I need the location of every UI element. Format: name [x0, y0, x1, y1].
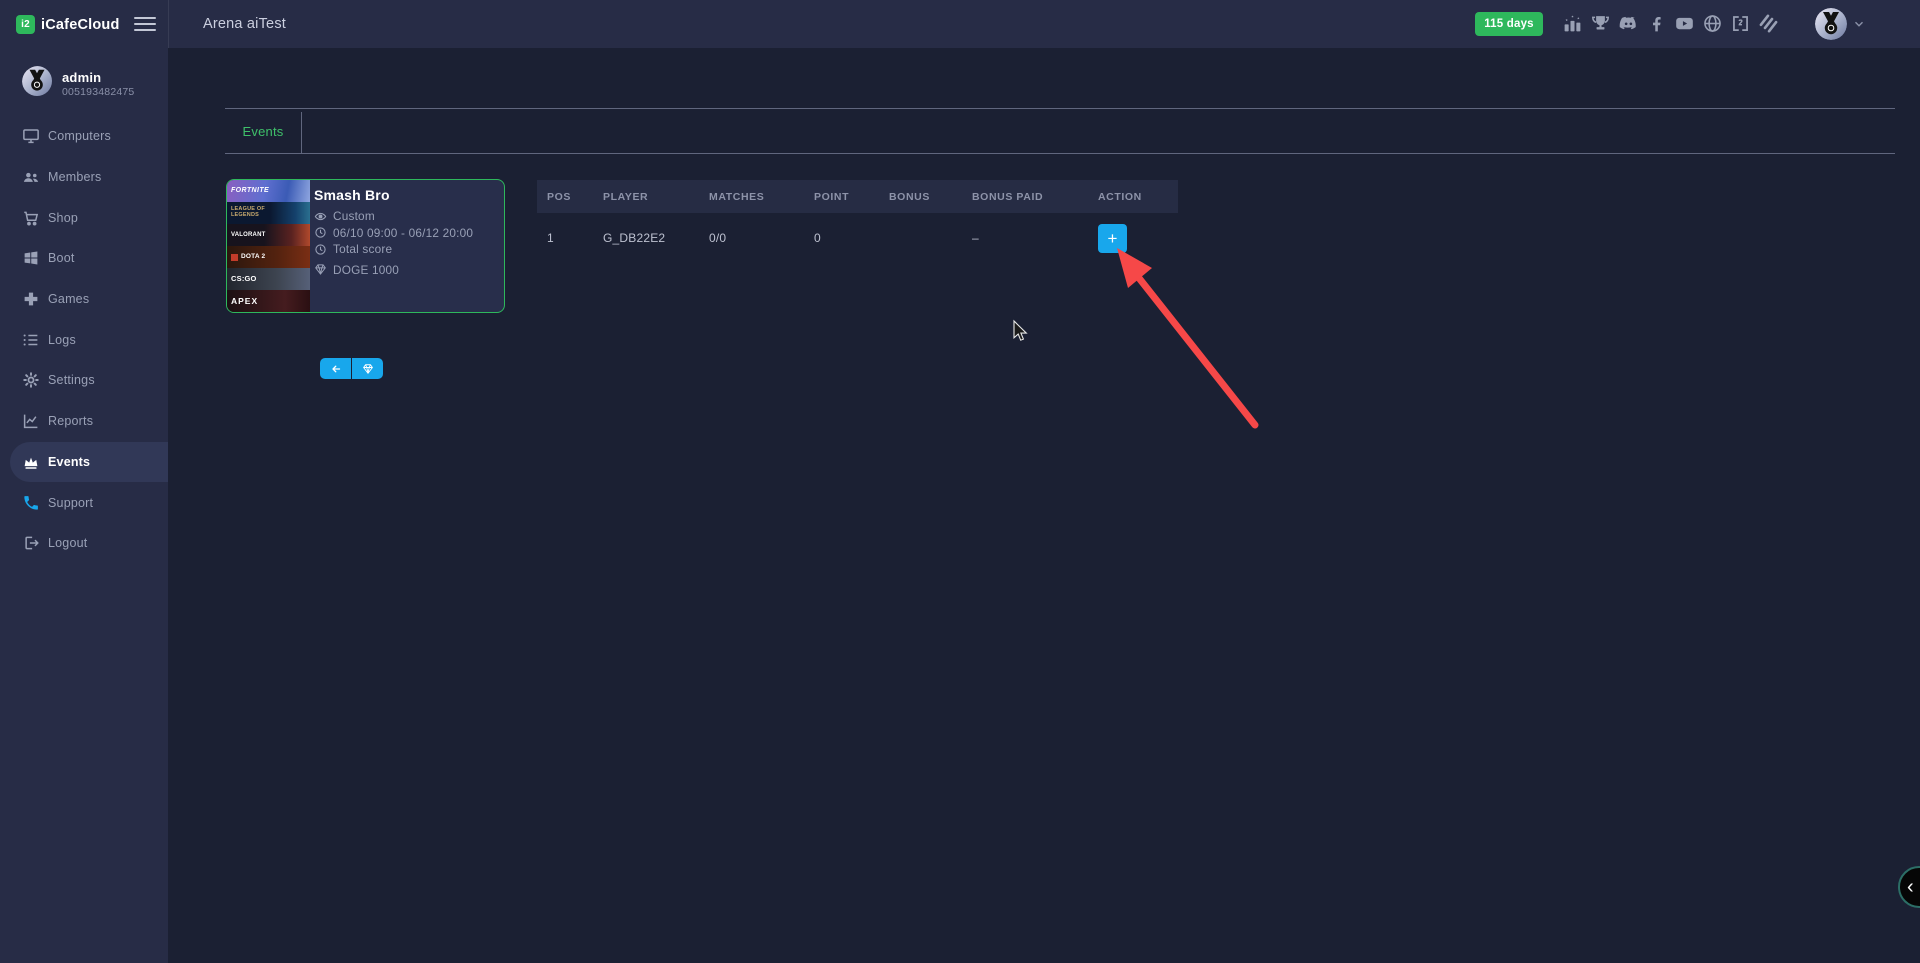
- cell-player: G_DB22E2: [593, 231, 699, 245]
- sidebar-user-avatar[interactable]: [22, 66, 54, 98]
- pager-prize-button[interactable]: [352, 358, 383, 379]
- eye-icon: [314, 210, 327, 223]
- tab-events[interactable]: Events: [225, 109, 301, 153]
- people-icon: [22, 168, 40, 186]
- topbar-icon-row: [1562, 13, 1779, 34]
- col-matches: MATCHES: [699, 191, 804, 203]
- event-type-line: Custom: [314, 208, 498, 225]
- cell-action: +: [1088, 224, 1178, 253]
- game-tile-league-of-legends: LEAGUE OF LEGENDS: [227, 202, 310, 224]
- pager-back-button[interactable]: [320, 358, 351, 379]
- list-icon: [22, 331, 40, 349]
- tabbar-bottom-border: [225, 153, 1895, 154]
- icafecloud-icon[interactable]: [1730, 13, 1751, 34]
- line-chart-icon: [22, 412, 40, 430]
- hamburger-menu-icon[interactable]: [134, 17, 156, 31]
- gear-icon: [22, 371, 40, 389]
- col-action: ACTION: [1088, 191, 1178, 203]
- license-days-badge[interactable]: 115 days: [1475, 12, 1543, 36]
- youtube-icon[interactable]: [1674, 13, 1695, 34]
- sidebar-item-reports[interactable]: Reports: [0, 401, 168, 442]
- arrow-left-icon: [330, 363, 342, 375]
- col-bonus-paid: BONUS PAID: [962, 191, 1088, 203]
- game-tile-csgo: CS:GO: [227, 268, 310, 290]
- red-arrow: [1135, 273, 1255, 425]
- layers-icon[interactable]: [1758, 13, 1779, 34]
- user-avatar[interactable]: [1815, 8, 1847, 40]
- chevron-down-icon[interactable]: [1852, 17, 1866, 31]
- sidebar-item-boot[interactable]: Boot: [0, 238, 168, 279]
- chevron-left-icon: ‹: [1907, 876, 1914, 899]
- dpad-icon: [22, 290, 40, 308]
- event-card[interactable]: FORTNITE LEAGUE OF LEGENDS VALORANT DOTA…: [226, 179, 505, 313]
- ranking-icon[interactable]: [1562, 13, 1583, 34]
- top-bar: i2 iCafeCloud Arena aiTest 115 days: [0, 0, 1920, 48]
- col-bonus: BONUS: [879, 191, 962, 203]
- sidebar-nav: Computers Members Shop Boot Games Logs: [0, 116, 168, 564]
- game-tile-valorant: VALORANT: [227, 224, 310, 246]
- event-schedule-line: 06/10 09:00 - 06/12 20:00: [314, 225, 498, 242]
- globe-icon[interactable]: [1702, 13, 1723, 34]
- cell-matches: 0/0: [699, 231, 804, 245]
- cell-bonus-paid: –: [962, 231, 1088, 245]
- sidebar-item-settings[interactable]: Settings: [0, 360, 168, 401]
- event-card-body: Smash Bro Custom 06/10 09:00 - 06/12 20:…: [314, 187, 498, 278]
- event-title: Smash Bro: [314, 187, 498, 203]
- discord-icon[interactable]: [1618, 13, 1639, 34]
- facebook-icon[interactable]: [1646, 13, 1667, 34]
- tabbar-top-border: [225, 108, 1895, 109]
- col-pos: POS: [537, 191, 593, 203]
- phone-icon: [22, 494, 40, 512]
- col-player: PLAYER: [593, 191, 699, 203]
- app-logo-text: iCafeCloud: [41, 17, 120, 33]
- gem-icon: [314, 263, 327, 276]
- leaderboard-row: 1 G_DB22E2 0/0 0 – +: [537, 213, 1178, 263]
- page-title: Arena aiTest: [203, 0, 286, 48]
- game-tile-fortnite: FORTNITE: [227, 180, 310, 202]
- sidebar: admin 005193482475 Computers Members Sho…: [0, 48, 168, 963]
- sidebar-item-events[interactable]: Events: [10, 442, 168, 483]
- leaderboard-header: POS PLAYER MATCHES POINT BONUS BONUS PAI…: [537, 180, 1178, 213]
- monitor-icon: [22, 127, 40, 145]
- clock-icon: [314, 226, 327, 239]
- collapse-panel-button[interactable]: ‹: [1898, 866, 1920, 908]
- app-logo[interactable]: i2 iCafeCloud: [16, 15, 120, 34]
- sidebar-item-games[interactable]: Games: [0, 279, 168, 320]
- event-scoring-line: Total score: [314, 241, 498, 258]
- icafecloud-logo-icon: i2: [16, 15, 35, 34]
- mouse-cursor: [1014, 321, 1026, 340]
- col-point: POINT: [804, 191, 879, 203]
- add-bonus-button[interactable]: +: [1098, 224, 1127, 253]
- app-root: i2 iCafeCloud Arena aiTest 115 days admi…: [0, 0, 1920, 963]
- clock-icon: [314, 243, 327, 256]
- sidebar-item-shop[interactable]: Shop: [0, 197, 168, 238]
- user-id: 005193482475: [62, 86, 134, 98]
- game-tile-apex: APEX: [227, 290, 310, 312]
- sidebar-item-members[interactable]: Members: [0, 157, 168, 198]
- game-tile-dota2: DOTA 2: [227, 246, 310, 268]
- event-games-collage: FORTNITE LEAGUE OF LEGENDS VALORANT DOTA…: [227, 180, 310, 312]
- tab-divider: [301, 112, 302, 153]
- cell-point: 0: [804, 231, 879, 245]
- event-prize-line: DOGE 1000: [314, 262, 498, 279]
- gem-icon: [362, 363, 374, 375]
- sidebar-item-logout[interactable]: Logout: [0, 523, 168, 564]
- topbar-divider: [168, 0, 169, 48]
- trophy-icon[interactable]: [1590, 13, 1611, 34]
- sidebar-item-support[interactable]: Support: [0, 482, 168, 523]
- cell-pos: 1: [537, 231, 593, 245]
- sidebar-item-logs[interactable]: Logs: [0, 319, 168, 360]
- sidebar-item-computers[interactable]: Computers: [0, 116, 168, 157]
- user-name: admin: [62, 70, 101, 85]
- logout-icon: [22, 534, 40, 552]
- windows-icon: [22, 249, 40, 267]
- crown-icon: [22, 453, 40, 471]
- event-pager: [320, 358, 383, 379]
- cart-icon: [22, 209, 40, 227]
